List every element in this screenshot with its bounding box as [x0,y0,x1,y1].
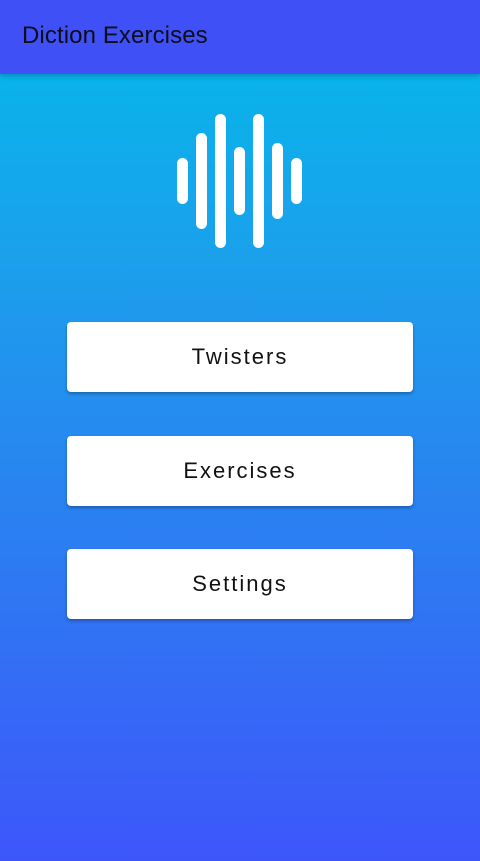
twisters-button[interactable]: Twisters [67,322,413,392]
settings-button[interactable]: Settings [67,549,413,619]
settings-button-label: Settings [192,571,288,596]
sound-wave-icon [177,114,302,248]
app-title: Diction Exercises [22,22,208,49]
twisters-button-label: Twisters [191,344,289,369]
exercises-button-label: Exercises [183,458,297,483]
main-screen: Diction Exercises Twisters Exercises Set… [0,0,480,861]
app-bar: Diction Exercises [0,0,480,74]
exercises-button[interactable]: Exercises [67,436,413,506]
